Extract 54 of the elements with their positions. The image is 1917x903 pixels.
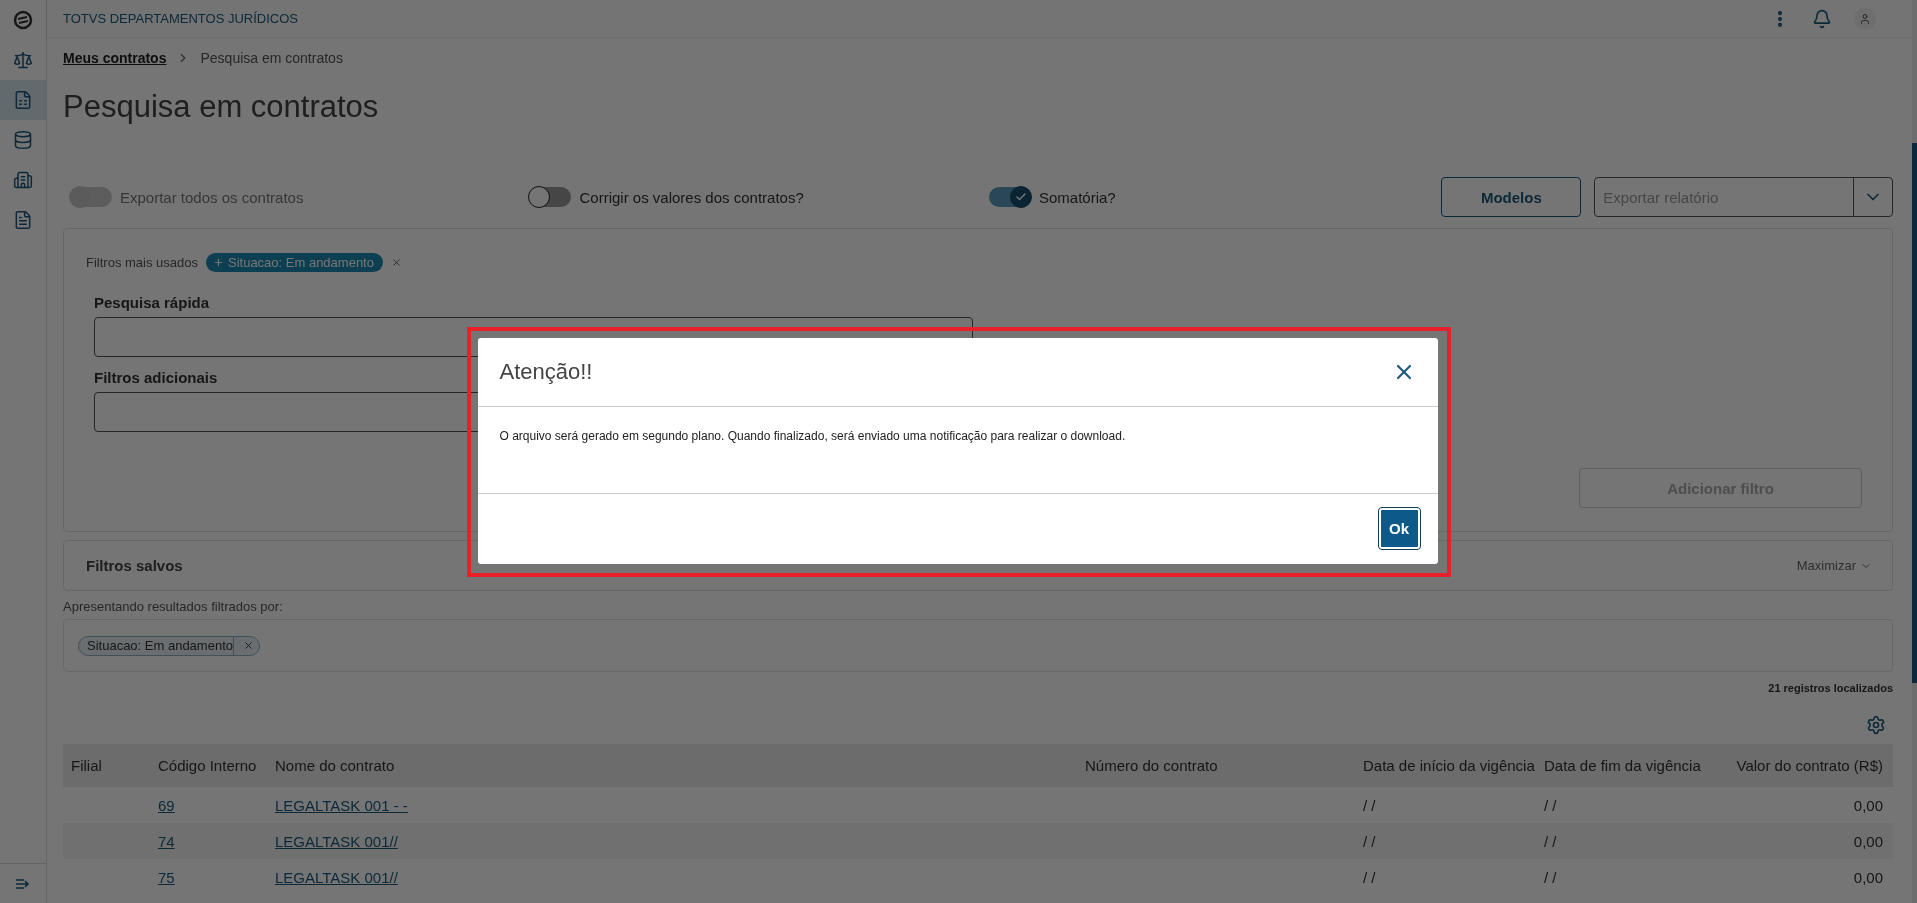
results-count: 21 registros localizados [1768,682,1893,694]
contract-name-link[interactable]: LEGALTASK 001 - - [275,796,408,814]
check-icon [1014,191,1027,203]
notification-icon[interactable] [1812,8,1832,29]
column-header: Número do contrato [1077,744,1355,787]
ok-button[interactable]: Ok [1377,507,1421,550]
dialog-title: Atenção!! [499,358,593,385]
maximize-link[interactable]: Maximizar [1796,558,1872,573]
logo-icon[interactable] [13,10,33,30]
toggle-label: Somatória? [1038,188,1116,206]
toggle-switch[interactable] [988,187,1031,207]
column-header: Código Interno [150,744,267,787]
contract-name-link[interactable]: LEGALTASK 001// [275,868,398,886]
nav-icon [13,50,33,70]
plus-icon [213,257,224,268]
dialog-message: O arquivo será gerado em segundo plano. Quando finalizado, será enviado uma notificação para realizar o download. [477,406,1438,494]
toggle-switch[interactable] [529,187,572,207]
page-title: Pesquisa em contratos [63,89,380,126]
contract-name-link[interactable]: LEGALTASK 001// [275,832,398,850]
saved-filters-title: Filtros salvos [86,557,183,574]
toggle-label: Corrigir os valores dos contratos? [579,188,804,206]
table-cell: 0,00 [1714,823,1893,859]
internal-code-link[interactable]: 69 [158,796,175,814]
settings-icon[interactable] [1866,715,1886,735]
field-label: Filtros adicionais [94,369,218,386]
column-header: Valor do contrato (R$) [1714,744,1893,787]
avatar[interactable] [1854,7,1876,30]
app-title: TOTVS DEPARTAMENTOS JURÍDICOS [63,11,298,26]
nav-icon [13,90,33,110]
table-cell: / / [1355,823,1536,859]
expand-menu-icon[interactable] [15,877,31,890]
table-cell: / / [1536,823,1714,859]
models-button[interactable]: Modelos [1441,177,1582,217]
internal-code-link[interactable]: 74 [158,832,175,850]
column-header: Nome do contrato [267,744,1077,787]
toggle-label: Exportar todos os contratos [120,188,304,206]
active-filter-chip: Situacao: Em andamento [78,635,260,656]
remove-icon[interactable] [242,640,254,651]
nav-icon [13,210,33,230]
scrollbar-thumb[interactable] [1912,143,1917,683]
internal-code-link[interactable]: 75 [158,868,175,886]
nav-item[interactable] [0,80,46,120]
breadcrumb-link[interactable]: Meus contratos [63,50,167,66]
results-label: Apresentando resultados filtrados por: [63,599,284,614]
field-label: Pesquisa rápida [94,294,210,311]
column-header: Data de início da vigência [1355,744,1536,787]
filter-chip[interactable]: Situacao: Em andamento [206,253,383,272]
close-icon[interactable] [390,257,402,268]
column-header: Data de fim da vigência [1536,744,1714,787]
nav-icon [13,170,33,190]
nav-icon [13,130,33,150]
most-used-label: Filtros mais usados [86,255,198,270]
breadcrumb-current: Pesquisa em contratos [200,50,343,66]
column-header: Filial [63,744,150,787]
